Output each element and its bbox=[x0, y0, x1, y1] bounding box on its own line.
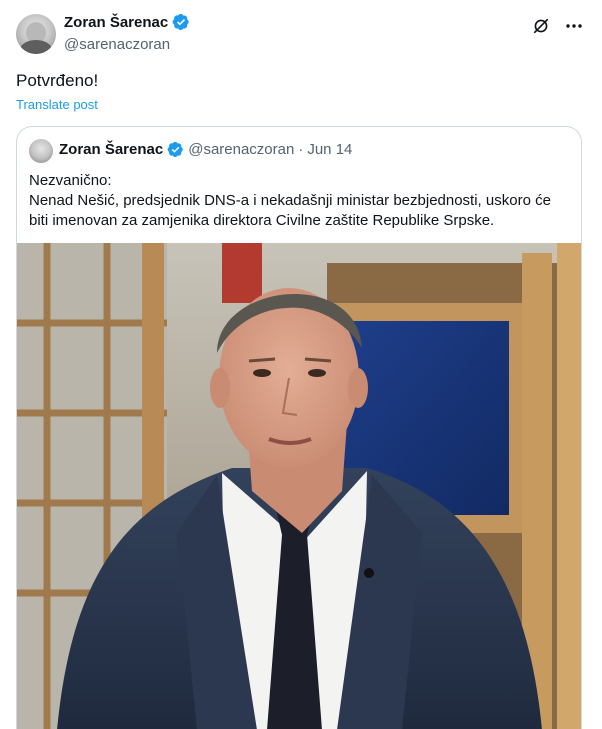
author-name[interactable]: Zoran Šarenac bbox=[64, 14, 168, 31]
quoted-text-line: biti imenovan za zamjenika direktora Civ… bbox=[29, 212, 495, 229]
quoted-post[interactable]: Zoran Šarenac @sarenaczoran · Jun 14 Nez… bbox=[16, 126, 582, 729]
translate-post-link[interactable]: Translate post bbox=[16, 97, 98, 112]
quoted-text-line: Nezvanično: bbox=[29, 172, 112, 189]
grok-icon[interactable] bbox=[532, 17, 550, 35]
post-text: Potvrđeno! bbox=[16, 71, 99, 90]
quoted-text-line: Nenad Nešić, predsjednik DNS-a i nekadaš… bbox=[29, 192, 551, 209]
quoted-post-photo[interactable] bbox=[17, 243, 581, 729]
verified-badge-icon bbox=[167, 141, 183, 158]
more-icon[interactable] bbox=[564, 16, 584, 36]
quoted-post-date: Jun 14 bbox=[307, 141, 353, 158]
quoted-author-handle: @sarenaczoran bbox=[188, 141, 295, 158]
portrait-photo bbox=[17, 243, 581, 729]
post: Zoran Šarenac @sarenaczoran Potvrđeno! T… bbox=[0, 0, 602, 729]
author-name-row: Zoran Šarenac bbox=[64, 13, 190, 31]
author-handle[interactable]: @sarenaczoran bbox=[64, 36, 170, 53]
author-avatar[interactable] bbox=[16, 14, 56, 54]
quoted-author-name: Zoran Šarenac bbox=[59, 141, 164, 158]
post-actions bbox=[532, 16, 584, 36]
quoted-post-text: Nezvanično: Nenad Nešić, predsjednik DNS… bbox=[29, 171, 571, 231]
quoted-post-header: Zoran Šarenac @sarenaczoran · Jun 14 bbox=[59, 141, 352, 158]
quoted-author-avatar bbox=[29, 139, 53, 163]
verified-badge-icon bbox=[172, 13, 189, 31]
separator-dot: · bbox=[298, 141, 304, 158]
